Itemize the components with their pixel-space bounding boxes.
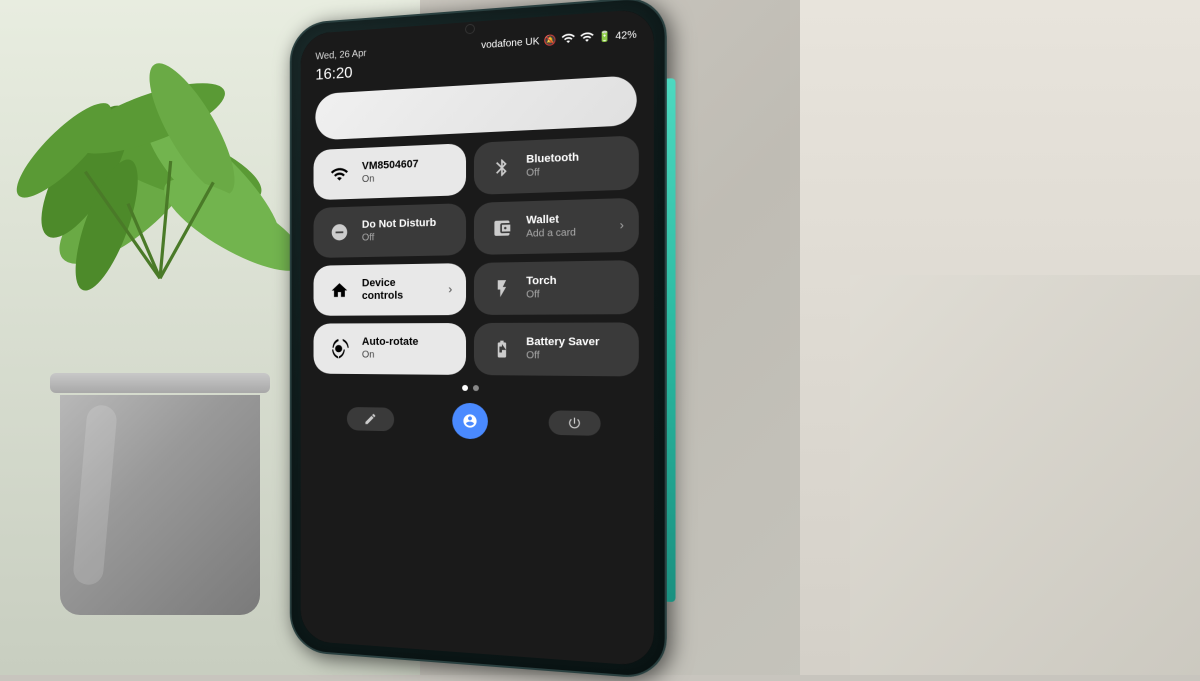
right-background xyxy=(800,0,1200,675)
scene: Wed, 26 Apr vodafone UK 🔕 xyxy=(0,0,1200,675)
phone-screen: Wed, 26 Apr vodafone UK 🔕 xyxy=(301,8,654,666)
wifi-status-icon xyxy=(561,31,576,49)
qs-tile-arrow-wallet: › xyxy=(620,218,624,233)
nav-edit-button[interactable] xyxy=(347,407,394,431)
dot-2 xyxy=(472,385,478,391)
carrier-name: vodafone UK xyxy=(481,36,539,51)
qs-tile-device-controls[interactable]: Device controls › xyxy=(314,263,466,316)
qs-tile-sublabel-bluetooth: Off xyxy=(526,164,624,180)
qs-tile-text-bluetooth: Bluetooth Off xyxy=(526,150,624,180)
qs-tile-torch[interactable]: Torch Off xyxy=(474,260,639,315)
rotate-icon xyxy=(326,335,352,362)
qs-tile-label-device-controls: Device controls xyxy=(362,276,439,303)
qs-tile-battery-saver[interactable]: Battery Saver Off xyxy=(474,322,639,376)
bluetooth-icon xyxy=(488,153,516,182)
qs-tile-text-torch: Torch Off xyxy=(526,274,624,301)
qs-tile-sublabel-wifi: On xyxy=(362,170,452,185)
qs-tile-bluetooth[interactable]: Bluetooth Off xyxy=(474,135,639,195)
battery-icon: 🔋 xyxy=(598,31,611,43)
bottom-nav xyxy=(301,395,654,452)
torch-icon xyxy=(488,274,516,303)
nav-home-button[interactable] xyxy=(452,403,488,440)
screen-content: Wed, 26 Apr vodafone UK 🔕 xyxy=(301,8,654,666)
phone-side-accent xyxy=(667,78,676,602)
qs-tile-auto-rotate[interactable]: Auto-rotate On xyxy=(314,323,466,375)
camera-dot xyxy=(465,24,475,35)
qs-tile-wifi[interactable]: VM8504607 On xyxy=(314,143,466,200)
qs-tile-arrow-device-controls: › xyxy=(448,282,452,296)
status-time: 16:20 xyxy=(315,65,352,84)
qs-tile-text-dnd: Do Not Disturb Off xyxy=(362,217,452,244)
pot-rim xyxy=(50,373,270,393)
battery-percent: 42% xyxy=(615,29,636,42)
qs-tile-text-battery-saver: Battery Saver Off xyxy=(526,336,624,362)
right-wall xyxy=(850,275,1200,675)
qs-tile-label-battery-saver: Battery Saver xyxy=(526,336,624,350)
dot-1 xyxy=(462,385,468,391)
qs-tile-sublabel-dnd: Off xyxy=(362,230,452,244)
qs-tile-sublabel-wallet: Add a card xyxy=(526,226,609,240)
nav-power-button[interactable] xyxy=(549,410,601,436)
mute-icon: 🔕 xyxy=(544,35,557,47)
status-date: Wed, 26 Apr xyxy=(315,48,366,62)
qs-tile-label-torch: Torch xyxy=(526,274,624,289)
phone-outer: Wed, 26 Apr vodafone UK 🔕 xyxy=(290,0,667,680)
qs-tile-text-wallet: Wallet Add a card xyxy=(526,212,609,240)
device-icon xyxy=(326,277,352,304)
qs-tile-sublabel-auto-rotate: On xyxy=(362,349,452,361)
phone-device: Wed, 26 Apr vodafone UK 🔕 xyxy=(290,0,667,680)
qs-tile-sublabel-torch: Off xyxy=(526,288,624,301)
pot-body xyxy=(60,395,260,615)
qs-tile-dnd[interactable]: Do Not Disturb Off xyxy=(314,203,466,258)
signal-icon xyxy=(579,29,594,47)
plant-pot xyxy=(60,373,260,615)
battery-icon xyxy=(488,335,516,363)
qs-tile-wallet[interactable]: Wallet Add a card › xyxy=(474,198,639,255)
wifi-icon xyxy=(326,160,352,188)
qs-tile-text-auto-rotate: Auto-rotate On xyxy=(362,336,452,361)
qs-tile-text-wifi: VM8504607 On xyxy=(362,157,452,185)
wallet-icon xyxy=(488,214,516,243)
qs-tile-text-device-controls: Device controls xyxy=(362,276,439,303)
qs-tile-sublabel-battery-saver: Off xyxy=(526,350,624,363)
qs-tile-label-auto-rotate: Auto-rotate xyxy=(362,336,452,349)
dnd-icon xyxy=(326,218,352,246)
quick-settings-grid: VM8504607 On Bluetooth Off Do Not Distur… xyxy=(301,135,654,377)
